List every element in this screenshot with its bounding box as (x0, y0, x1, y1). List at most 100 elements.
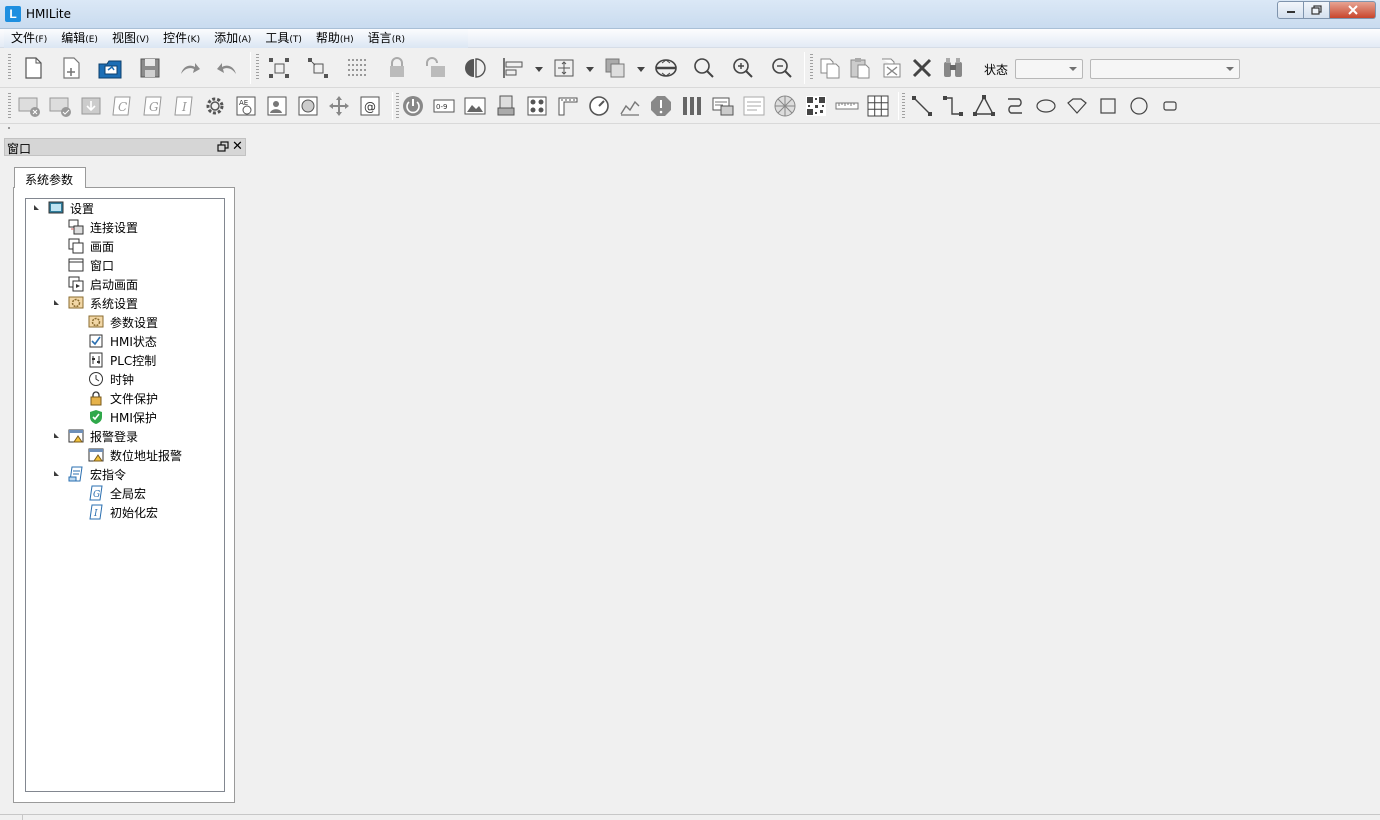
state-combo[interactable] (1090, 59, 1240, 79)
tab-system-params[interactable]: 系统参数 (14, 167, 86, 188)
dock-close-icon[interactable]: ✕ (232, 140, 243, 154)
switch-control-button[interactable] (400, 93, 426, 119)
tree-node-global-macro[interactable]: G 全局宏 (88, 484, 146, 502)
toolbar-grip[interactable] (8, 127, 10, 129)
move-button[interactable] (326, 93, 352, 119)
tree-node-screen[interactable]: 画面 (68, 237, 114, 255)
tree-node-hmi-status[interactable]: HMI状态 (88, 332, 157, 350)
tree-node-macro[interactable]: 宏指令 (68, 465, 126, 483)
tree-node-init-macro[interactable]: I 初始化宏 (88, 503, 158, 521)
tree-node-connection[interactable]: 连接设置 (68, 218, 138, 236)
toolbar-grip[interactable] (8, 93, 11, 119)
wheel-button[interactable] (772, 93, 798, 119)
minimize-button[interactable] (1277, 1, 1304, 19)
rounded-rect-tool-button[interactable] (1157, 93, 1183, 119)
menu-edit[interactable]: 编辑(E) (54, 29, 105, 48)
init-script-button[interactable]: I (171, 93, 197, 119)
pipe-button[interactable] (555, 93, 581, 119)
tree-node-system-settings[interactable]: 系统设置 (68, 294, 138, 312)
zoom-button[interactable] (691, 55, 717, 81)
text-lib-button[interactable]: AE (233, 93, 259, 119)
chevron-down-icon[interactable] (535, 67, 543, 73)
find-button[interactable] (940, 55, 966, 81)
ungroup-button[interactable] (305, 55, 331, 81)
polyline-tool-button[interactable] (940, 93, 966, 119)
layer-button[interactable] (602, 55, 628, 81)
indicator-button[interactable] (524, 93, 550, 119)
menu-language[interactable]: 语言(R) (361, 29, 412, 48)
tree-node-parameter-settings[interactable]: 参数设置 (88, 313, 158, 331)
zoom-out-button[interactable] (769, 55, 795, 81)
lock-button[interactable] (384, 55, 410, 81)
settings-button[interactable] (202, 93, 228, 119)
group-button[interactable] (266, 55, 292, 81)
expander-icon[interactable] (34, 205, 39, 210)
paste-button[interactable] (847, 55, 873, 81)
online-sim-button[interactable] (47, 93, 73, 119)
expander-icon[interactable] (54, 300, 59, 305)
undo-button[interactable] (215, 55, 241, 81)
menu-help[interactable]: 帮助(H) (309, 29, 361, 48)
tree-node-plc-control[interactable]: PLC控制 (88, 351, 156, 369)
global-script-button[interactable]: G (140, 93, 166, 119)
expander-icon[interactable] (54, 433, 59, 438)
fit-screen-button[interactable] (653, 55, 679, 81)
delete-button[interactable] (909, 55, 935, 81)
gauge-button[interactable] (586, 93, 612, 119)
rectangle-tool-button[interactable] (1095, 93, 1121, 119)
alarm-control-button[interactable] (493, 93, 519, 119)
unlock-button[interactable] (422, 55, 448, 81)
cut-button[interactable] (878, 55, 904, 81)
restore-button[interactable] (1304, 1, 1330, 19)
tree-node-file-protection[interactable]: 文件保护 (88, 389, 158, 407)
dock-title-bar[interactable]: 窗口 ✕ (4, 138, 246, 156)
chevron-down-icon[interactable] (637, 67, 645, 73)
polygon-tool-button[interactable] (971, 93, 997, 119)
menu-view[interactable]: 视图(V) (105, 29, 156, 48)
trend-button[interactable] (617, 93, 643, 119)
picture-lib-button[interactable] (295, 93, 321, 119)
toolbar-grip[interactable] (396, 93, 399, 119)
menu-file[interactable]: 文件(F) (4, 29, 54, 48)
text-display-button[interactable] (741, 93, 767, 119)
toolbar-grip[interactable] (902, 93, 905, 119)
menu-controls[interactable]: 控件(K) (156, 29, 207, 48)
curve-tool-button[interactable] (1002, 93, 1028, 119)
flip-button[interactable] (462, 55, 488, 81)
tree-node-alarm-login[interactable]: 报警登录 (68, 427, 138, 445)
toolbar-grip[interactable] (8, 54, 11, 80)
tree-node-startup-screen[interactable]: 启动画面 (68, 275, 138, 293)
close-button[interactable] (1330, 1, 1376, 19)
picture-button[interactable] (462, 93, 488, 119)
address-button[interactable]: @ (357, 93, 383, 119)
zoom-in-button[interactable] (730, 55, 756, 81)
tree-node-window[interactable]: 窗口 (68, 256, 114, 274)
float-window-icon[interactable] (217, 141, 229, 153)
line-tool-button[interactable] (909, 93, 935, 119)
copy-button[interactable] (817, 55, 843, 81)
redo-button[interactable] (176, 55, 202, 81)
numeric-input-button[interactable]: 0-9 (431, 93, 457, 119)
ellipse-tool-button[interactable] (1033, 93, 1059, 119)
save-button[interactable] (137, 55, 163, 81)
qrcode-button[interactable] (803, 93, 829, 119)
status-combo[interactable] (1015, 59, 1083, 79)
chevron-down-icon[interactable] (586, 67, 594, 73)
bar-graph-button[interactable] (679, 93, 705, 119)
menu-tools[interactable]: 工具(T) (258, 29, 309, 48)
grid-button[interactable] (344, 55, 370, 81)
toolbar-grip[interactable] (810, 54, 813, 80)
menu-add[interactable]: 添加(A) (207, 29, 258, 48)
size-button[interactable] (551, 55, 577, 81)
offline-sim-button[interactable] (16, 93, 42, 119)
diamond-tool-button[interactable] (1064, 93, 1090, 119)
new-screen-button[interactable] (58, 55, 84, 81)
scale-button[interactable] (834, 93, 860, 119)
script-c-button[interactable]: C (109, 93, 135, 119)
new-file-button[interactable] (20, 55, 46, 81)
circle-tool-button[interactable] (1126, 93, 1152, 119)
download-button[interactable] (78, 93, 104, 119)
user-button[interactable] (264, 93, 290, 119)
alert-button[interactable] (648, 93, 674, 119)
tree-node-clock[interactable]: 时钟 (88, 370, 134, 388)
